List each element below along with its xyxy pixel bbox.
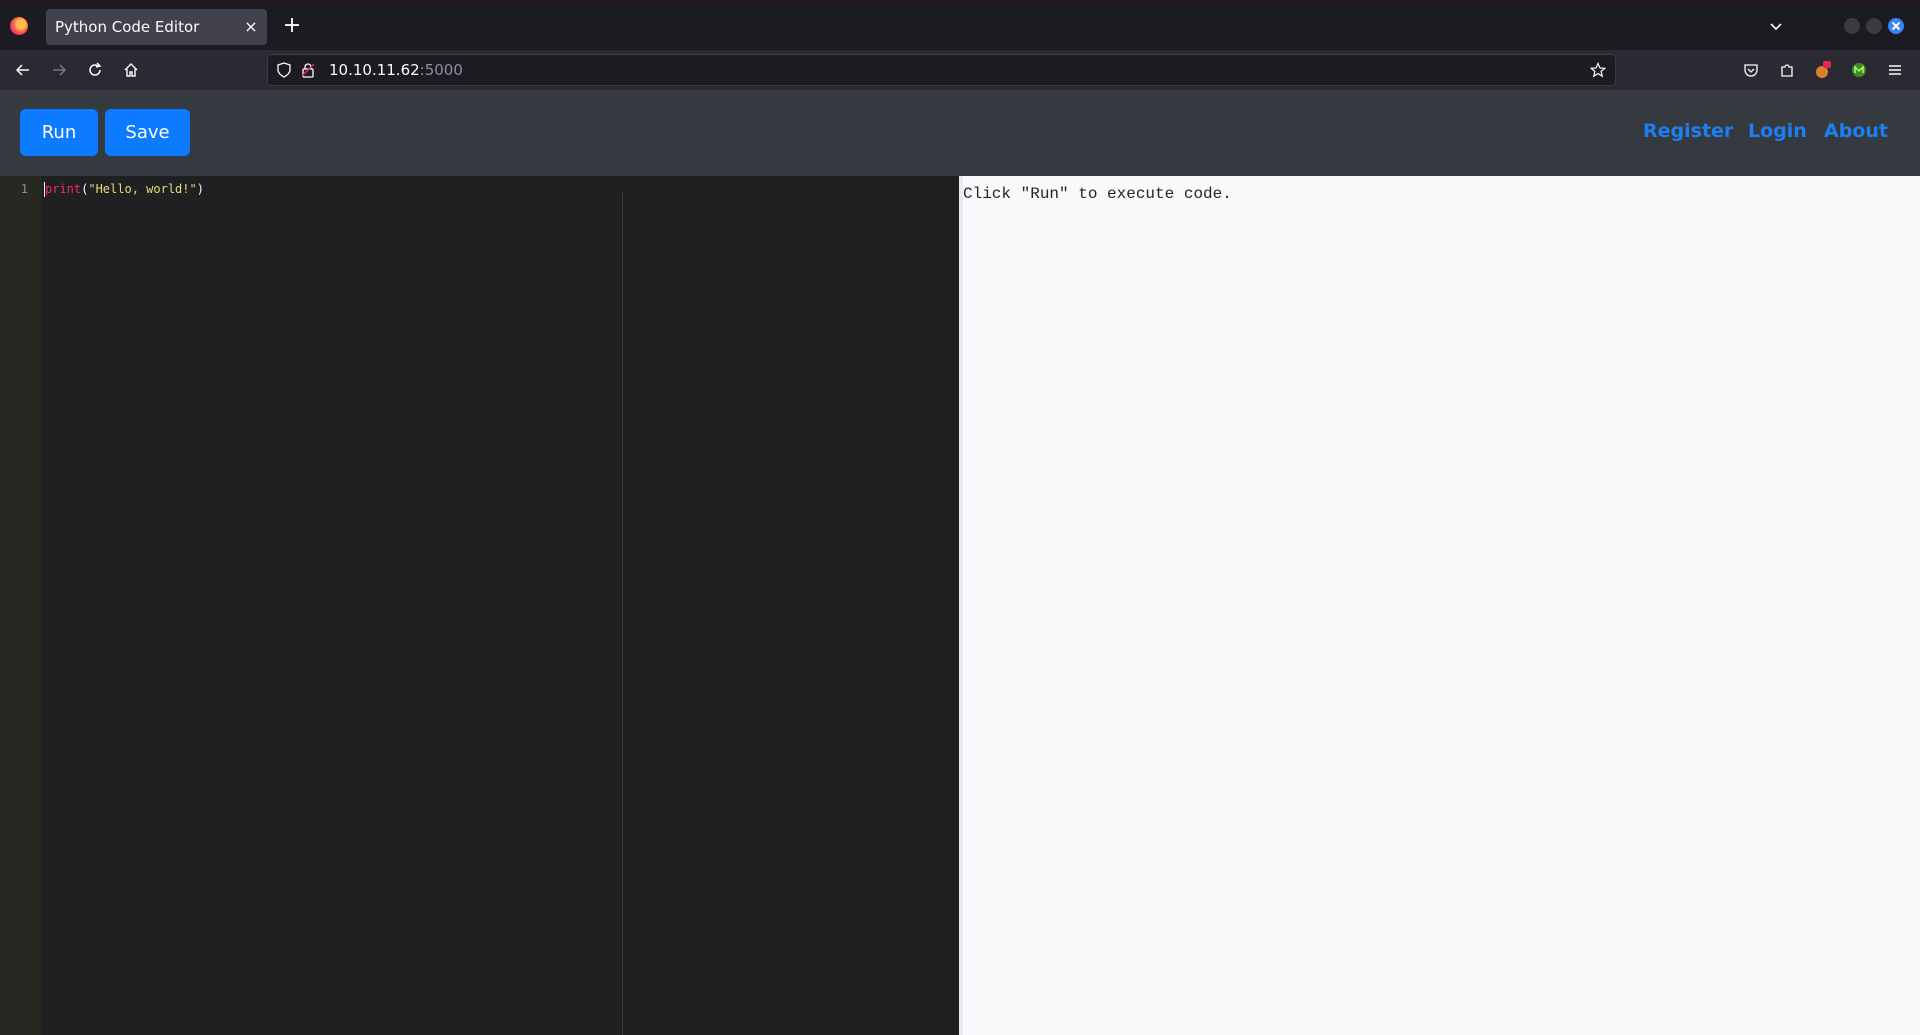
print-margin-line [622,192,623,1035]
pocket-icon[interactable] [1739,58,1763,82]
code-string: "Hello, world!" [88,182,197,196]
star-icon[interactable] [1589,62,1607,78]
minimize-window-icon[interactable] [1844,18,1860,34]
home-icon[interactable] [119,58,143,82]
lock-icon[interactable] [300,62,316,78]
save-button[interactable]: Save [105,109,190,156]
forward-icon[interactable] [47,58,71,82]
tab-close-icon[interactable]: × [243,9,259,45]
login-link[interactable]: Login [1748,120,1807,142]
browser-tab-bar: Python Code Editor × + [0,0,1920,50]
url-port: :5000 [419,61,463,79]
back-icon[interactable] [11,58,35,82]
reload-icon[interactable] [83,58,107,82]
firefox-logo-icon [10,17,28,35]
menu-icon[interactable] [1883,58,1907,82]
app-header: Run Save Register Login About [0,90,1920,176]
new-tab-icon[interactable]: + [280,14,304,38]
about-link[interactable]: About [1824,120,1888,142]
url-host: 10.10.11.62 [329,61,420,79]
tab-title: Python Code Editor [55,18,200,36]
code-line[interactable]: print("Hello, world!") [45,182,204,196]
extension-m-icon[interactable] [1847,58,1871,82]
code-editor[interactable]: 1 print("Hello, world!") [0,176,959,1035]
run-button[interactable]: Run [20,109,98,156]
page: Run Save Register Login About 1 print("H… [0,90,1920,1035]
extension-fox-icon[interactable] [1811,58,1835,82]
close-window-icon[interactable] [1888,18,1904,34]
tab-bar-top-strip [0,0,1920,2]
line-number-gutter: 1 [0,176,42,1035]
browser-tab[interactable]: Python Code Editor × [46,9,267,45]
address-bar[interactable]: 10.10.11.62:5000 [267,54,1616,86]
shield-icon[interactable] [276,62,292,78]
maximize-window-icon[interactable] [1866,18,1882,34]
output-text: Click "Run" to execute code. [963,185,1232,203]
output-left-border [959,176,963,1035]
url-text: 10.10.11.62:5000 [329,55,463,85]
line-number: 1 [20,182,28,196]
tab-list-icon[interactable] [1766,16,1786,36]
register-link[interactable]: Register [1643,120,1733,142]
extensions-icon[interactable] [1775,58,1799,82]
output-panel: Click "Run" to execute code. [959,176,1920,1035]
code-keyword: print [45,182,82,196]
code-paren-close: ) [196,182,204,196]
